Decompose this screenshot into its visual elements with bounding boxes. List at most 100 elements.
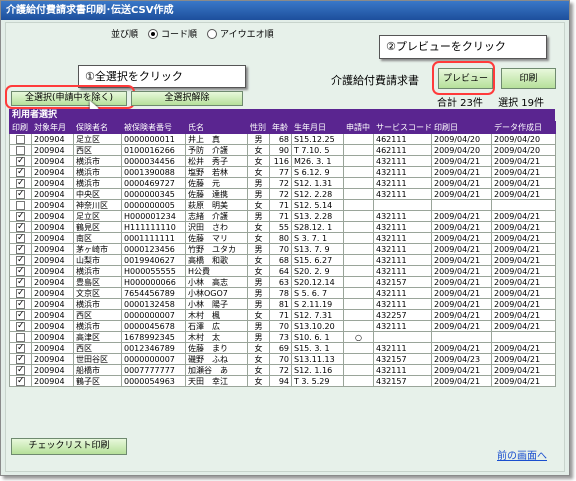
print-checkbox-cell[interactable] [9, 188, 32, 200]
cell-pending [343, 309, 374, 321]
cell-birth: S13.10.20 [291, 320, 344, 332]
checkbox-checked-icon[interactable] [16, 156, 25, 166]
cell-name: 塩野 若林 [185, 166, 248, 178]
cell-birth: S12. 7.31 [291, 309, 344, 321]
table-row: 200904横浜市0000034456松井 秀子女116M26. 3. 1 432… [9, 155, 556, 167]
cell-ym: 200904 [31, 166, 74, 178]
checkbox-checked-icon[interactable] [16, 343, 25, 353]
cell-age: 68 [269, 133, 292, 145]
clear-all-button[interactable]: 全選択解除 [131, 91, 243, 106]
checkbox-checked-icon[interactable] [16, 244, 25, 254]
cell-birth: S 6.12. 9 [291, 166, 344, 178]
cell-insurer: 横浜市 [73, 265, 122, 277]
print-checkbox-cell[interactable] [9, 166, 32, 178]
cell-birth: S20. 2. 9 [291, 265, 344, 277]
print-button[interactable]: 印刷 [501, 68, 556, 89]
checkbox-checked-icon[interactable] [16, 277, 25, 287]
cell-ym: 200904 [31, 375, 74, 387]
cell-insurer: 中央区 [73, 188, 122, 200]
cell-sex: 女 [247, 364, 270, 376]
cell-age: 72 [269, 177, 292, 189]
cell-sex: 女 [247, 232, 270, 244]
cell-pending [343, 177, 374, 189]
checkbox-checked-icon[interactable] [16, 376, 25, 386]
checkbox-checked-icon[interactable] [16, 233, 25, 243]
cell-svc: 432157 [373, 276, 432, 288]
cell-svc [373, 331, 432, 343]
checkbox-checked-icon[interactable] [16, 167, 25, 177]
column-header: 氏名 [185, 121, 248, 134]
checkbox-checked-icon[interactable] [16, 222, 25, 232]
cell-ym: 200904 [31, 199, 74, 211]
print-checkbox-cell[interactable] [9, 287, 32, 299]
checkbox-empty-icon[interactable] [16, 200, 25, 210]
print-checkbox-cell[interactable] [9, 199, 32, 211]
print-checkbox-cell[interactable] [9, 177, 32, 189]
checkbox-checked-icon[interactable] [16, 299, 25, 309]
cell-ym: 200904 [31, 265, 74, 277]
print-checkbox-cell[interactable] [9, 155, 32, 167]
checkbox-checked-icon[interactable] [16, 178, 25, 188]
back-link[interactable]: 前の画面へ [497, 447, 547, 462]
checkbox-checked-icon[interactable] [16, 189, 25, 199]
sort-code-radio[interactable]: コード順 [148, 27, 197, 40]
checkbox-checked-icon[interactable] [16, 288, 25, 298]
cell-insurer: 船橋市 [73, 364, 122, 376]
checklist-print-button[interactable]: チェックリスト印刷 [11, 438, 127, 455]
cell-ym: 200904 [31, 232, 74, 244]
cell-birth: S10. 6. 1 [291, 331, 344, 343]
select-all-button[interactable]: 全選択(申請中を除く) [11, 91, 127, 106]
print-checkbox-cell[interactable] [9, 364, 32, 376]
table-row: 200904横浜市0000045678石澤 広男70S13.10.20 43211… [9, 320, 556, 332]
cell-svc [373, 199, 432, 211]
checkbox-checked-icon[interactable] [16, 354, 25, 364]
print-checkbox-cell[interactable] [9, 243, 32, 255]
cell-age: 55 [269, 221, 292, 233]
checkbox-empty-icon[interactable] [16, 145, 25, 155]
print-checkbox-cell[interactable] [9, 144, 32, 156]
table-row: 200904茅ヶ崎市0000123456竹野 ユタカ男70S13. 7. 9 43… [9, 243, 556, 255]
print-checkbox-cell[interactable] [9, 331, 32, 343]
checkbox-checked-icon[interactable] [16, 266, 25, 276]
cell-name: H公費 [185, 265, 248, 277]
cell-pending: ○ [343, 331, 374, 343]
checkbox-checked-icon[interactable] [16, 321, 25, 331]
print-checkbox-cell[interactable] [9, 309, 32, 321]
cell-ym: 200904 [31, 243, 74, 255]
print-checkbox-cell[interactable] [9, 254, 32, 266]
checkbox-empty-icon[interactable] [16, 134, 25, 144]
print-checkbox-cell[interactable] [9, 276, 32, 288]
cell-name: 佐藤 元 [185, 177, 248, 189]
print-checkbox-cell[interactable] [9, 221, 32, 233]
sort-kana-radio[interactable]: アイウエオ順 [207, 27, 274, 40]
cell-sex: 男 [247, 188, 270, 200]
cell-svc: 432111 [373, 155, 432, 167]
print-checkbox-cell[interactable] [9, 342, 32, 354]
print-checkbox-cell[interactable] [9, 320, 32, 332]
cell-ym: 200904 [31, 309, 74, 321]
preview-button[interactable]: プレビュー [438, 68, 493, 89]
checkbox-checked-icon[interactable] [16, 255, 25, 265]
checkbox-checked-icon[interactable] [16, 310, 25, 320]
checkbox-empty-icon[interactable] [16, 332, 25, 342]
cell-printed: 2009/04/21 [431, 221, 492, 233]
checkbox-checked-icon[interactable] [16, 365, 25, 375]
cell-sex: 女 [247, 265, 270, 277]
print-checkbox-cell[interactable] [9, 210, 32, 222]
print-checkbox-cell[interactable] [9, 133, 32, 145]
print-checkbox-cell[interactable] [9, 353, 32, 365]
print-checkbox-cell[interactable] [9, 298, 32, 310]
cell-printed: 2009/04/21 [431, 210, 492, 222]
table-row: 200904西区0000000007木村 楓女71S12. 7.31 432257… [9, 309, 556, 321]
cell-created: 2009/04/20 [491, 133, 556, 145]
print-checkbox-cell[interactable] [9, 232, 32, 244]
table-row: 200904中央区0000000345佐藤 達携男72S12. 2.28 4321… [9, 188, 556, 200]
print-checkbox-cell[interactable] [9, 265, 32, 277]
cell-created: 2009/04/21 [491, 298, 556, 310]
cell-age: 70 [269, 320, 292, 332]
cell-printed: 2009/04/20 [431, 144, 492, 156]
cell-pending [343, 254, 374, 266]
print-checkbox-cell[interactable] [9, 375, 32, 387]
checkbox-checked-icon[interactable] [16, 211, 25, 221]
cell-insurer: 高津区 [73, 331, 122, 343]
